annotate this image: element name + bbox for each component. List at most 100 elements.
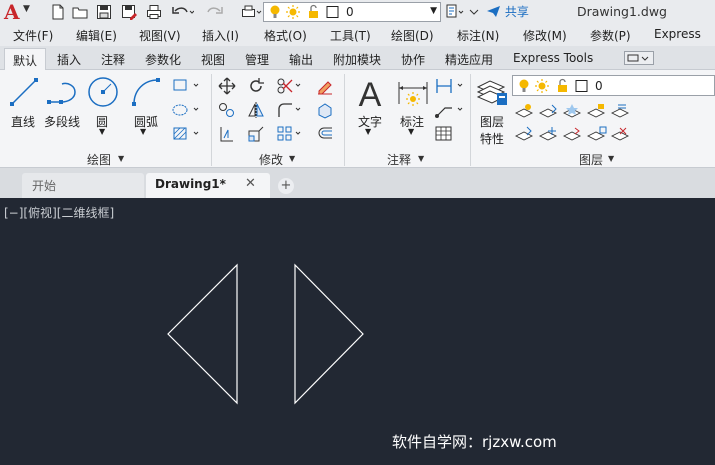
- offset-tool-icon[interactable]: [316, 125, 334, 143]
- copy-tool-icon[interactable]: [218, 101, 236, 119]
- annotation-panel-expand-icon[interactable]: ▼: [418, 154, 424, 163]
- rotate-tool-icon[interactable]: [247, 77, 265, 95]
- hatch-tool-icon[interactable]: [172, 126, 202, 142]
- tab-manage[interactable]: 管理: [245, 51, 269, 68]
- dimension-dropdown-icon[interactable]: ▼: [408, 127, 414, 136]
- text-dropdown-icon[interactable]: ▼: [365, 127, 371, 136]
- app-menu-caret-icon[interactable]: ▼: [23, 4, 30, 14]
- chevron-down-icon[interactable]: ▼: [430, 6, 437, 16]
- tab-featured-apps[interactable]: 精选应用: [445, 51, 493, 68]
- tab-parametric[interactable]: 参数化: [145, 51, 181, 68]
- share-button[interactable]: 共享: [486, 3, 529, 21]
- tab-addins[interactable]: 附加模块: [333, 51, 381, 68]
- save-as-icon[interactable]: [120, 3, 138, 21]
- explode-tool-icon[interactable]: [316, 101, 334, 119]
- tab-view[interactable]: 视图: [201, 51, 225, 68]
- draw-panel-title[interactable]: 绘图: [87, 151, 111, 168]
- arc-tool-icon[interactable]: [130, 76, 162, 108]
- scale-tool-icon[interactable]: [247, 125, 265, 143]
- redo-icon[interactable]: [203, 3, 227, 21]
- array-tool-icon[interactable]: [276, 125, 304, 143]
- ribbon-separator: [470, 74, 471, 166]
- tab-default[interactable]: 默认: [4, 48, 47, 71]
- tab-annotate[interactable]: 注释: [101, 51, 125, 68]
- layer-state-icons: [270, 4, 339, 19]
- polyline-tool-label[interactable]: 多段线: [44, 113, 80, 130]
- tab-collaborate[interactable]: 协作: [401, 51, 425, 68]
- trim-tool-icon[interactable]: [276, 77, 304, 95]
- ribbon-tab-bar: 默认 插入 注释 参数化 视图 管理 输出 附加模块 协作 精选应用 Expre…: [0, 46, 715, 71]
- qab-customize-icon[interactable]: [467, 3, 481, 21]
- drawing-canvas[interactable]: [−][俯视][二维线框] 软件自学网：rjzxw.com: [0, 198, 715, 465]
- watermark-text: 软件自学网：rjzxw.com: [392, 433, 557, 451]
- ribbon-separator: [344, 74, 345, 166]
- menu-modify[interactable]: 修改(M): [523, 27, 567, 44]
- start-tab[interactable]: 开始: [22, 173, 144, 198]
- move-tool-icon[interactable]: [218, 77, 236, 95]
- circle-dropdown-icon[interactable]: ▼: [99, 127, 105, 136]
- fillet-tool-icon[interactable]: [276, 101, 304, 119]
- mirror-tool-icon[interactable]: [247, 101, 265, 119]
- start-tab-label: 开始: [32, 179, 57, 193]
- line-tool-label[interactable]: 直线: [11, 113, 35, 130]
- layer-list-value: 0: [595, 79, 603, 93]
- menu-format[interactable]: 格式(O): [264, 27, 307, 44]
- ribbon-display-icon: [627, 54, 649, 62]
- erase-tool-icon[interactable]: [316, 77, 334, 95]
- menu-insert[interactable]: 插入(I): [202, 27, 239, 44]
- open-folder-icon[interactable]: [71, 3, 89, 21]
- new-file-icon[interactable]: [49, 3, 67, 21]
- menu-draw[interactable]: 绘图(D): [391, 27, 434, 44]
- draw-panel-expand-icon[interactable]: ▼: [118, 154, 124, 163]
- window-title: Drawing1.dwg: [577, 4, 667, 19]
- close-tab-icon[interactable]: ✕: [245, 176, 256, 191]
- modify-panel-title[interactable]: 修改: [259, 151, 283, 168]
- drawing1-tab-label: Drawing1*: [155, 177, 226, 191]
- layer-dropdown[interactable]: 0 ▼: [263, 2, 441, 22]
- ribbon-display-toggle[interactable]: [624, 51, 654, 65]
- annotation-panel-title[interactable]: 注释: [387, 151, 411, 168]
- text-tool-icon[interactable]: A: [354, 76, 386, 110]
- layers-panel-expand-icon[interactable]: ▼: [608, 154, 614, 163]
- match-properties-icon[interactable]: [445, 3, 465, 21]
- menu-edit[interactable]: 编辑(E): [76, 27, 117, 44]
- layer-tools-row-1-icons[interactable]: [514, 102, 634, 120]
- circle-tool-icon[interactable]: [87, 76, 119, 108]
- leader-tool-icon[interactable]: [434, 101, 466, 119]
- current-layer-value: 0: [346, 5, 354, 19]
- line-tool-icon[interactable]: [8, 76, 40, 108]
- menu-tools[interactable]: 工具(T): [330, 27, 371, 44]
- right-triangle[interactable]: [294, 263, 364, 405]
- linear-dimension-icon[interactable]: [434, 77, 466, 95]
- new-tab-plus-icon[interactable]: +: [278, 178, 294, 194]
- table-tool-icon[interactable]: [434, 125, 454, 143]
- layer-properties-icon[interactable]: [475, 75, 509, 109]
- modify-panel-expand-icon[interactable]: ▼: [289, 154, 295, 163]
- tab-express-tools[interactable]: Express Tools: [513, 51, 593, 65]
- layer-list-dropdown[interactable]: 0: [512, 75, 715, 96]
- menu-parametric[interactable]: 参数(P): [590, 27, 631, 44]
- menu-view[interactable]: 视图(V): [139, 27, 181, 44]
- rectangle-tool-icon[interactable]: [172, 78, 202, 94]
- tab-output[interactable]: 输出: [289, 51, 313, 68]
- layer-properties-label-line1[interactable]: 图层: [480, 113, 504, 130]
- ribbon-separator: [211, 74, 212, 166]
- left-triangle[interactable]: [167, 263, 238, 405]
- menu-express[interactable]: Express: [654, 27, 701, 41]
- dimension-tool-icon[interactable]: [396, 78, 430, 108]
- arc-dropdown-icon[interactable]: ▼: [140, 127, 146, 136]
- layer-properties-label-line2[interactable]: 特性: [480, 130, 504, 147]
- menu-dimension[interactable]: 标注(N): [457, 27, 499, 44]
- stretch-tool-icon[interactable]: [218, 125, 236, 143]
- layers-panel-title[interactable]: 图层: [579, 151, 603, 168]
- undo-icon[interactable]: [170, 3, 194, 21]
- tab-insert[interactable]: 插入: [57, 51, 81, 68]
- save-icon[interactable]: [95, 3, 113, 21]
- application-menu-logo-icon[interactable]: A: [4, 1, 20, 23]
- layer-tools-row-2-icons[interactable]: [514, 125, 634, 143]
- print-icon[interactable]: [145, 3, 163, 21]
- plot-icon[interactable]: [240, 3, 262, 21]
- menu-file[interactable]: 文件(F): [13, 27, 53, 44]
- polyline-tool-icon[interactable]: [46, 78, 80, 108]
- ellipse-tool-icon[interactable]: [172, 102, 202, 118]
